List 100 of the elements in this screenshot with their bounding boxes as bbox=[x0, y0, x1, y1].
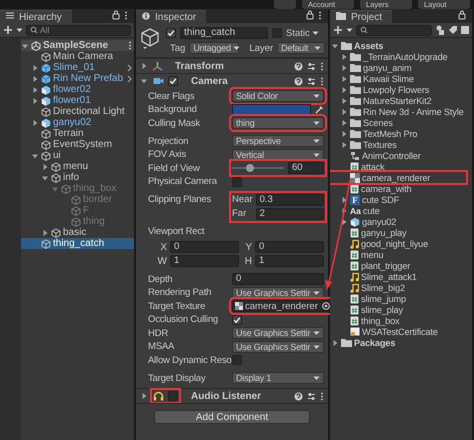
caret-right-icon[interactable] bbox=[340, 52, 348, 60]
caret-right-icon[interactable] bbox=[340, 74, 348, 82]
lock-icon[interactable] bbox=[112, 10, 120, 20]
dropdown[interactable]: Use Graphics Settir bbox=[232, 286, 324, 298]
panel-tab[interactable]: Inspector bbox=[136, 10, 206, 23]
asset-label[interactable]: Kawaii Slime bbox=[363, 74, 414, 84]
checkbox[interactable] bbox=[232, 355, 242, 365]
number-field[interactable]: 0 bbox=[255, 241, 324, 253]
caret-right-icon[interactable] bbox=[31, 64, 39, 72]
component-toggle[interactable] bbox=[152, 75, 179, 87]
add-icon[interactable] bbox=[3, 25, 13, 35]
name-field[interactable]: thing_catch bbox=[180, 27, 268, 39]
asset-label[interactable]: _TerrainAutoUpgrade bbox=[363, 52, 448, 62]
caret-right-icon[interactable] bbox=[31, 86, 39, 94]
search-field[interactable] bbox=[356, 24, 432, 36]
asset-label[interactable]: menu bbox=[361, 250, 384, 260]
asset-label[interactable]: NatureStarterKit2 bbox=[363, 96, 432, 106]
asset-label[interactable]: attack bbox=[361, 162, 385, 172]
preset-icon[interactable] bbox=[307, 62, 316, 70]
caret-right-icon[interactable] bbox=[340, 140, 348, 148]
caret-right-icon[interactable] bbox=[340, 86, 348, 94]
dropdown[interactable]: Use Graphics Settir bbox=[232, 327, 324, 339]
asset-label[interactable]: thing_box bbox=[361, 316, 400, 326]
asset-label[interactable]: cute bbox=[362, 206, 380, 216]
asset-label[interactable]: TextMesh Pro bbox=[363, 128, 418, 138]
tree-row[interactable]: menu bbox=[21, 161, 134, 172]
number-field[interactable]: 0.3 bbox=[256, 194, 324, 206]
caret-right-icon[interactable] bbox=[340, 64, 348, 72]
tree-row[interactable]: info bbox=[21, 172, 134, 183]
add-component-button[interactable]: Add Component bbox=[154, 410, 310, 424]
tree-row[interactable]: flower01 bbox=[21, 95, 134, 106]
preset-icon[interactable] bbox=[307, 392, 316, 400]
caret-down-icon[interactable] bbox=[140, 77, 148, 85]
help-icon[interactable] bbox=[294, 392, 303, 400]
number-field[interactable]: 0 bbox=[232, 273, 324, 285]
tree-row[interactable]: Slime_01 bbox=[21, 62, 134, 73]
tag-dropdown[interactable]: Untagged bbox=[189, 42, 240, 54]
asset-label[interactable]: plant_trigger bbox=[361, 260, 410, 270]
enable-checkbox[interactable] bbox=[168, 76, 178, 86]
component-header[interactable]: Camera bbox=[136, 73, 328, 88]
caret-down-icon[interactable] bbox=[41, 174, 49, 182]
asset-label[interactable]: cute SDF bbox=[362, 194, 400, 204]
caret-right-icon[interactable] bbox=[31, 96, 39, 104]
asset-label[interactable]: camera_renderer bbox=[362, 172, 430, 182]
tree-row[interactable]: basic bbox=[21, 227, 134, 238]
caret-right-icon[interactable] bbox=[31, 118, 39, 126]
caret-right-icon[interactable] bbox=[340, 206, 348, 214]
tree-row[interactable]: Rin New Prefab bbox=[21, 73, 134, 84]
checkbox[interactable] bbox=[232, 314, 242, 324]
more-icon[interactable] bbox=[320, 62, 324, 70]
help-icon[interactable] bbox=[294, 76, 303, 86]
caret-right-icon[interactable] bbox=[340, 118, 348, 126]
lock-icon[interactable] bbox=[458, 10, 466, 20]
number-field[interactable]: 0 bbox=[170, 241, 239, 253]
caret-right-icon[interactable] bbox=[340, 108, 348, 116]
slider-track[interactable] bbox=[232, 163, 284, 173]
asset-label[interactable]: camera_with bbox=[361, 184, 412, 194]
preset-icon[interactable] bbox=[307, 76, 316, 86]
caret-right-icon[interactable] bbox=[340, 196, 348, 204]
caret-right-icon[interactable] bbox=[140, 62, 148, 70]
asset-label[interactable]: good_night_liyue bbox=[361, 238, 428, 248]
asset-label[interactable]: Slime_attack1 bbox=[361, 272, 417, 282]
asset-label[interactable]: slime_play bbox=[361, 304, 403, 314]
asset-label[interactable]: AnimController bbox=[362, 150, 421, 160]
object-field[interactable]: camera_renderer bbox=[232, 300, 333, 312]
more-icon[interactable] bbox=[124, 11, 128, 20]
tag-icon[interactable] bbox=[448, 25, 458, 35]
number-field[interactable]: 1 bbox=[255, 255, 324, 267]
lock-icon[interactable] bbox=[306, 10, 314, 20]
asset-label[interactable]: ganyu02 bbox=[362, 216, 396, 226]
asset-label[interactable]: Scenes bbox=[363, 118, 393, 128]
tab-title[interactable]: Project bbox=[351, 12, 382, 22]
component-header[interactable]: Audio Listener bbox=[136, 388, 328, 403]
tree-row[interactable]: EventSystem bbox=[21, 139, 134, 150]
help-icon[interactable] bbox=[294, 62, 303, 70]
component-header[interactable]: Transform bbox=[136, 58, 328, 73]
asset-label[interactable]: ganyu_anim bbox=[363, 62, 412, 72]
filter-icon[interactable] bbox=[435, 25, 445, 35]
target-icon[interactable] bbox=[322, 302, 330, 310]
asset-label[interactable]: Assets bbox=[354, 40, 384, 50]
caret-right-icon[interactable] bbox=[31, 74, 39, 82]
checkbox[interactable] bbox=[232, 176, 242, 186]
static-checkbox[interactable] bbox=[272, 28, 282, 38]
highlighted-row[interactable]: camera_renderer bbox=[330, 172, 466, 183]
asset-label[interactable]: slime_jump bbox=[361, 294, 406, 304]
caret-right-icon[interactable] bbox=[140, 392, 148, 400]
asset-label[interactable]: Rin New 3d - Anime Style bbox=[363, 106, 464, 116]
dropdown[interactable]: thing bbox=[232, 117, 324, 129]
caret-right-icon[interactable] bbox=[340, 218, 348, 226]
panel-tab[interactable]: Hierarchy bbox=[0, 10, 72, 23]
dropdown[interactable]: Display 1 bbox=[232, 372, 324, 384]
caret-right-icon[interactable] bbox=[331, 338, 339, 346]
number-field[interactable]: 60 bbox=[288, 162, 324, 174]
tree-row[interactable]: SampleScene bbox=[21, 40, 134, 51]
caret-down-icon[interactable] bbox=[31, 152, 39, 160]
panel-tab[interactable]: Project bbox=[330, 10, 392, 23]
slider-thumb[interactable] bbox=[246, 164, 254, 172]
more-icon[interactable] bbox=[318, 11, 322, 20]
component-toggle[interactable] bbox=[152, 390, 179, 402]
tree-row[interactable]: Directional Light bbox=[21, 106, 134, 117]
